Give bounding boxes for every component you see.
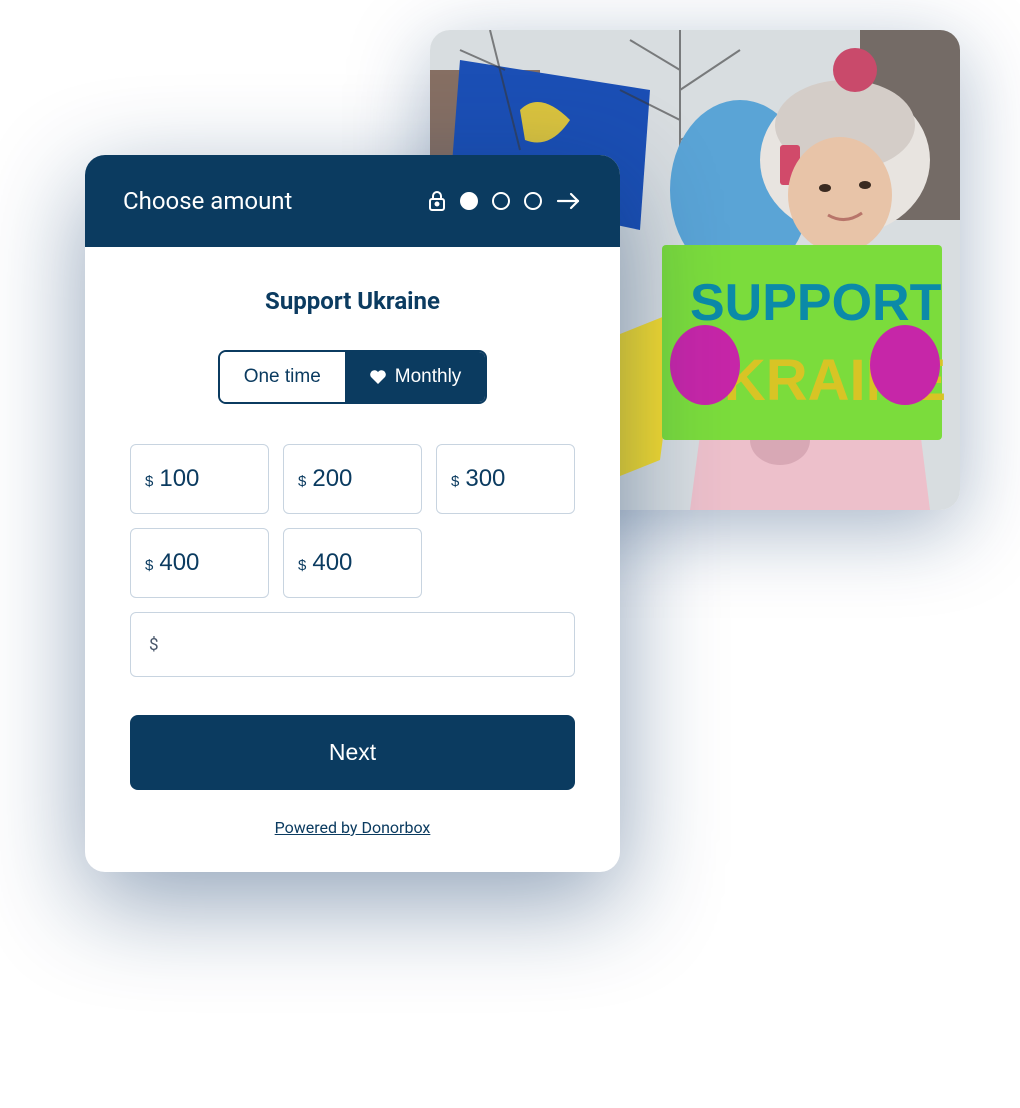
monthly-label: Monthly [395,366,462,388]
frequency-one-time-button[interactable]: One time [220,352,345,402]
arrow-right-icon[interactable] [556,191,582,211]
currency-symbol: $ [298,473,306,490]
amount-value: 400 [312,549,352,577]
amount-option-4[interactable]: $ 400 [130,528,269,598]
svg-text:SUPPORT: SUPPORT [690,274,942,332]
step-indicator-2 [492,192,510,210]
next-button[interactable]: Next [130,715,575,790]
amount-options-grid: $ 100 $ 200 $ 300 $ 400 $ 400 [130,444,575,598]
frequency-monthly-button[interactable]: Monthly [345,352,486,402]
currency-symbol: $ [145,557,153,574]
custom-amount-field[interactable]: $ [130,612,575,677]
frequency-toggle: One time Monthly [218,350,488,404]
header-controls [428,190,582,212]
amount-option-3[interactable]: $ 300 [436,444,575,514]
donation-form-card: Choose amount Support Ukraine [85,155,620,872]
card-body: Support Ukraine One time Monthly $ 100 $ [85,247,620,872]
amount-option-2[interactable]: $ 200 [283,444,422,514]
amount-value: 200 [312,465,352,493]
powered-by-link[interactable]: Powered by Donorbox [275,818,431,837]
heart-icon [369,369,387,385]
step-indicator-1 [460,192,478,210]
amount-option-1[interactable]: $ 100 [130,444,269,514]
lock-icon [428,190,446,212]
one-time-label: One time [244,366,321,388]
campaign-title: Support Ukraine [130,287,575,315]
currency-symbol: $ [298,557,306,574]
amount-value: 400 [159,549,199,577]
amount-value: 100 [159,465,199,493]
amount-value: 300 [465,465,505,493]
header-title: Choose amount [123,187,292,215]
custom-amount-input[interactable] [169,633,546,656]
currency-symbol: $ [149,635,159,655]
amount-option-5[interactable]: $ 400 [283,528,422,598]
card-header: Choose amount [85,155,620,247]
step-indicator-3 [524,192,542,210]
currency-symbol: $ [145,473,153,490]
currency-symbol: $ [451,473,459,490]
